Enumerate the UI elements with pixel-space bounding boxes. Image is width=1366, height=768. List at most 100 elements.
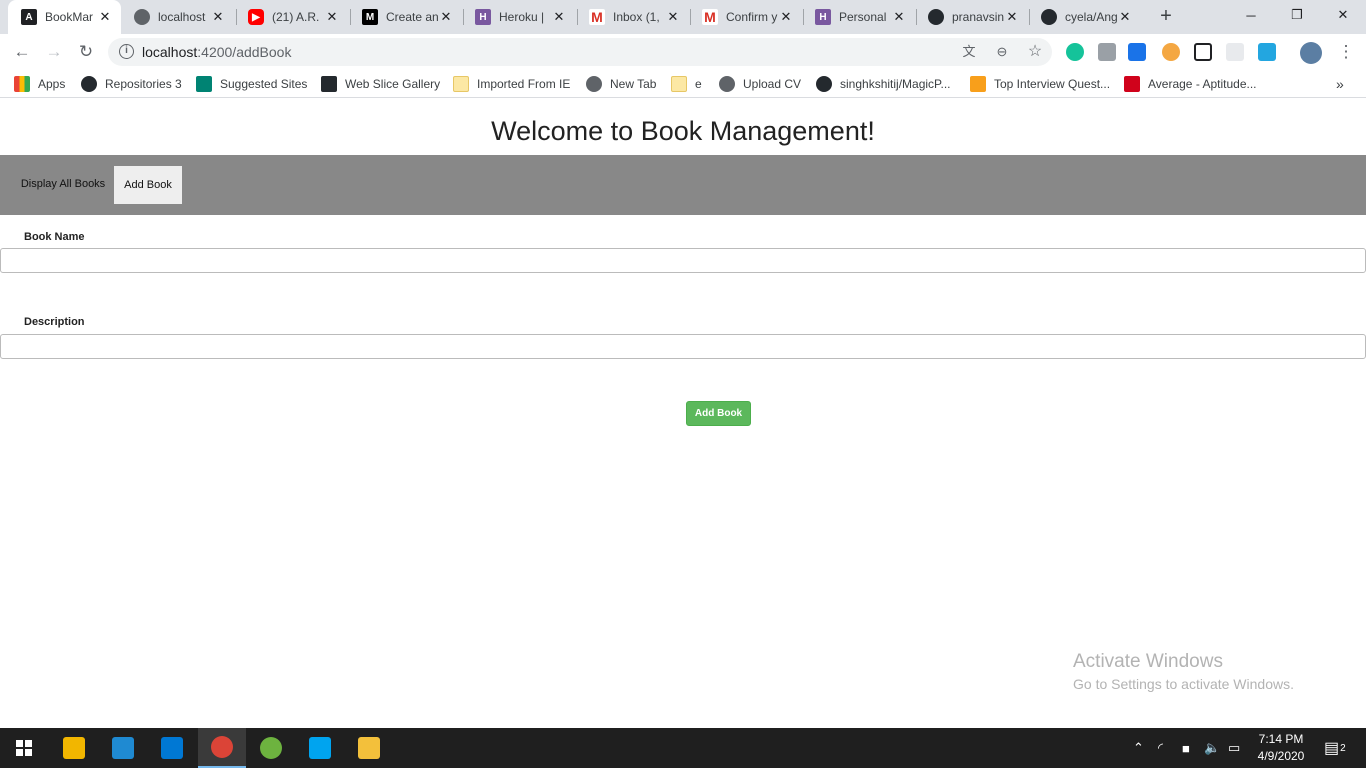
bookmark-label: Top Interview Quest... bbox=[994, 77, 1111, 91]
volume-icon[interactable]: 🔈 bbox=[1204, 728, 1220, 768]
chrome-icon bbox=[211, 736, 233, 758]
bookmark-item[interactable]: Top Interview Quest... bbox=[970, 75, 1110, 93]
security-icon[interactable]: ■ bbox=[1182, 728, 1190, 768]
medium-icon: M bbox=[362, 9, 378, 25]
close-tab-icon[interactable]: ✕ bbox=[778, 9, 794, 25]
close-tab-icon[interactable]: ✕ bbox=[210, 9, 226, 25]
book-name-input[interactable] bbox=[0, 248, 1366, 273]
heroku-icon: H bbox=[475, 9, 491, 25]
taskbar-app[interactable] bbox=[99, 728, 147, 768]
bookmark-item[interactable]: e bbox=[671, 75, 702, 93]
minimize-icon[interactable]: ─ bbox=[1228, 0, 1274, 30]
url-text[interactable]: localhost:4200/addBook bbox=[142, 44, 291, 60]
battery-icon[interactable]: ▭ bbox=[1228, 728, 1240, 768]
close-tab-icon[interactable]: ✕ bbox=[438, 9, 454, 25]
bookmark-item[interactable]: Upload CV bbox=[719, 75, 801, 93]
close-tab-icon[interactable]: ✕ bbox=[551, 9, 567, 25]
heroku-icon: H bbox=[815, 9, 831, 25]
taskbar-app[interactable] bbox=[296, 728, 344, 768]
taskbar-app[interactable] bbox=[148, 728, 196, 768]
bookmark-label: Average - Aptitude... bbox=[1148, 77, 1257, 91]
clock-date: 4/9/2020 bbox=[1257, 749, 1305, 763]
url-host: localhost bbox=[142, 44, 198, 60]
face-extension-icon[interactable] bbox=[1162, 43, 1180, 61]
network-icon[interactable]: ◜ bbox=[1158, 728, 1163, 768]
reload-icon[interactable]: ↻ bbox=[74, 40, 98, 64]
megaphone-icon[interactable] bbox=[1128, 43, 1146, 61]
address-bar[interactable]: i localhost:4200/addBook 文 ⊖ ☆ bbox=[108, 38, 1052, 66]
bookmark-item[interactable]: Average - Aptitude... bbox=[1124, 75, 1257, 93]
bookmark-star-icon[interactable]: ☆ bbox=[1026, 43, 1044, 61]
tab-label: Heroku | bbox=[499, 10, 545, 24]
screen-capture-icon[interactable] bbox=[1258, 43, 1276, 61]
indiabix-icon bbox=[1124, 76, 1140, 92]
bookmark-label: New Tab bbox=[610, 77, 657, 91]
restore-icon[interactable]: ❐ bbox=[1274, 0, 1320, 30]
description-label: Description bbox=[24, 316, 85, 328]
back-icon[interactable]: ← bbox=[10, 40, 34, 64]
bookmark-item[interactable]: singhkshitij/MagicP... bbox=[816, 75, 951, 93]
bookmark-label: Imported From IE bbox=[477, 77, 571, 91]
close-tab-icon[interactable]: ✕ bbox=[1004, 9, 1020, 25]
nav-add-book[interactable]: Add Book bbox=[114, 166, 182, 204]
tab-label: (21) A.R. bbox=[272, 10, 320, 24]
close-tab-icon[interactable]: ✕ bbox=[891, 9, 907, 25]
github-icon bbox=[1041, 9, 1057, 25]
spring-icon bbox=[260, 737, 282, 759]
github-icon bbox=[81, 76, 97, 92]
extension-icon[interactable] bbox=[1226, 43, 1244, 61]
bookmark-item[interactable]: Imported From IE bbox=[453, 75, 570, 93]
more-bookmarks-icon[interactable]: » bbox=[1336, 75, 1344, 93]
browser-tab[interactable]: M Inbox (1, ✕ bbox=[576, 0, 689, 34]
close-tab-icon[interactable]: ✕ bbox=[665, 9, 681, 25]
book-name-label: Book Name bbox=[24, 231, 85, 243]
bookmark-item[interactable]: Repositories 3 bbox=[81, 75, 182, 93]
browser-tab[interactable]: ▶ (21) A.R. ✕ bbox=[235, 0, 348, 34]
add-book-button[interactable]: Add Book bbox=[686, 401, 751, 426]
show-hidden-icons[interactable]: ⌃ bbox=[1133, 728, 1144, 768]
bookmark-label: e bbox=[695, 77, 702, 91]
nav-display-all-books[interactable]: Display All Books bbox=[17, 166, 109, 202]
translate-icon[interactable]: 文 bbox=[960, 43, 978, 61]
browser-tab[interactable]: localhost ✕ bbox=[121, 0, 234, 34]
start-button[interactable] bbox=[0, 728, 48, 768]
close-tab-icon[interactable]: ✕ bbox=[1117, 9, 1133, 25]
taskbar-app[interactable] bbox=[247, 728, 295, 768]
browser-tab[interactable]: A BookMar ✕ bbox=[8, 0, 121, 34]
taskbar-app[interactable] bbox=[345, 728, 393, 768]
taskbar-app-chrome[interactable] bbox=[198, 728, 246, 768]
app-navbar: Display All Books Add Book bbox=[0, 155, 1366, 215]
globe-icon bbox=[586, 76, 602, 92]
close-tab-icon[interactable]: ✕ bbox=[324, 9, 340, 25]
bookmark-item[interactable]: Suggested Sites bbox=[196, 75, 307, 93]
system-clock[interactable]: 7:14 PM 4/9/2020 bbox=[1248, 731, 1314, 765]
browser-tab[interactable]: M Confirm y ✕ bbox=[689, 0, 802, 34]
action-center-icon[interactable]: ▤ 2 bbox=[1324, 728, 1346, 768]
zoom-icon[interactable]: ⊖ bbox=[993, 43, 1011, 61]
forward-icon[interactable]: → bbox=[42, 40, 66, 64]
browser-tab[interactable]: H Heroku | ✕ bbox=[462, 0, 575, 34]
bing-icon bbox=[196, 76, 212, 92]
bookmark-item[interactable]: Web Slice Gallery bbox=[321, 75, 440, 93]
bookmark-item[interactable]: Apps bbox=[14, 75, 65, 93]
close-tab-icon[interactable]: ✕ bbox=[97, 9, 113, 25]
remote-desktop-icon bbox=[309, 737, 331, 759]
picture-in-picture-icon[interactable] bbox=[1194, 43, 1212, 61]
new-tab-button[interactable]: + bbox=[1154, 5, 1178, 29]
browser-tab[interactable]: cyela/Ang ✕ bbox=[1028, 0, 1141, 34]
bookmark-label: Web Slice Gallery bbox=[345, 77, 441, 91]
site-info-icon[interactable]: i bbox=[119, 44, 134, 59]
close-window-icon[interactable]: ✕ bbox=[1320, 0, 1366, 30]
description-input[interactable] bbox=[0, 334, 1366, 359]
profile-avatar[interactable] bbox=[1300, 42, 1322, 64]
taskbar-app[interactable] bbox=[50, 728, 98, 768]
windows-taskbar: ⌃ ◜ ■ 🔈 ▭ 7:14 PM 4/9/2020 ▤ 2 bbox=[0, 728, 1366, 768]
camera-icon[interactable] bbox=[1098, 43, 1116, 61]
grammarly-icon[interactable] bbox=[1066, 43, 1084, 61]
kebab-menu-icon[interactable]: ⋮ bbox=[1334, 40, 1358, 64]
browser-tab[interactable]: pranavsin ✕ bbox=[915, 0, 1028, 34]
bookmark-item[interactable]: New Tab bbox=[586, 75, 656, 93]
browser-tab[interactable]: H Personal ✕ bbox=[802, 0, 915, 34]
apps-grid-icon bbox=[14, 76, 30, 92]
browser-tab[interactable]: M Create an ✕ bbox=[349, 0, 462, 34]
